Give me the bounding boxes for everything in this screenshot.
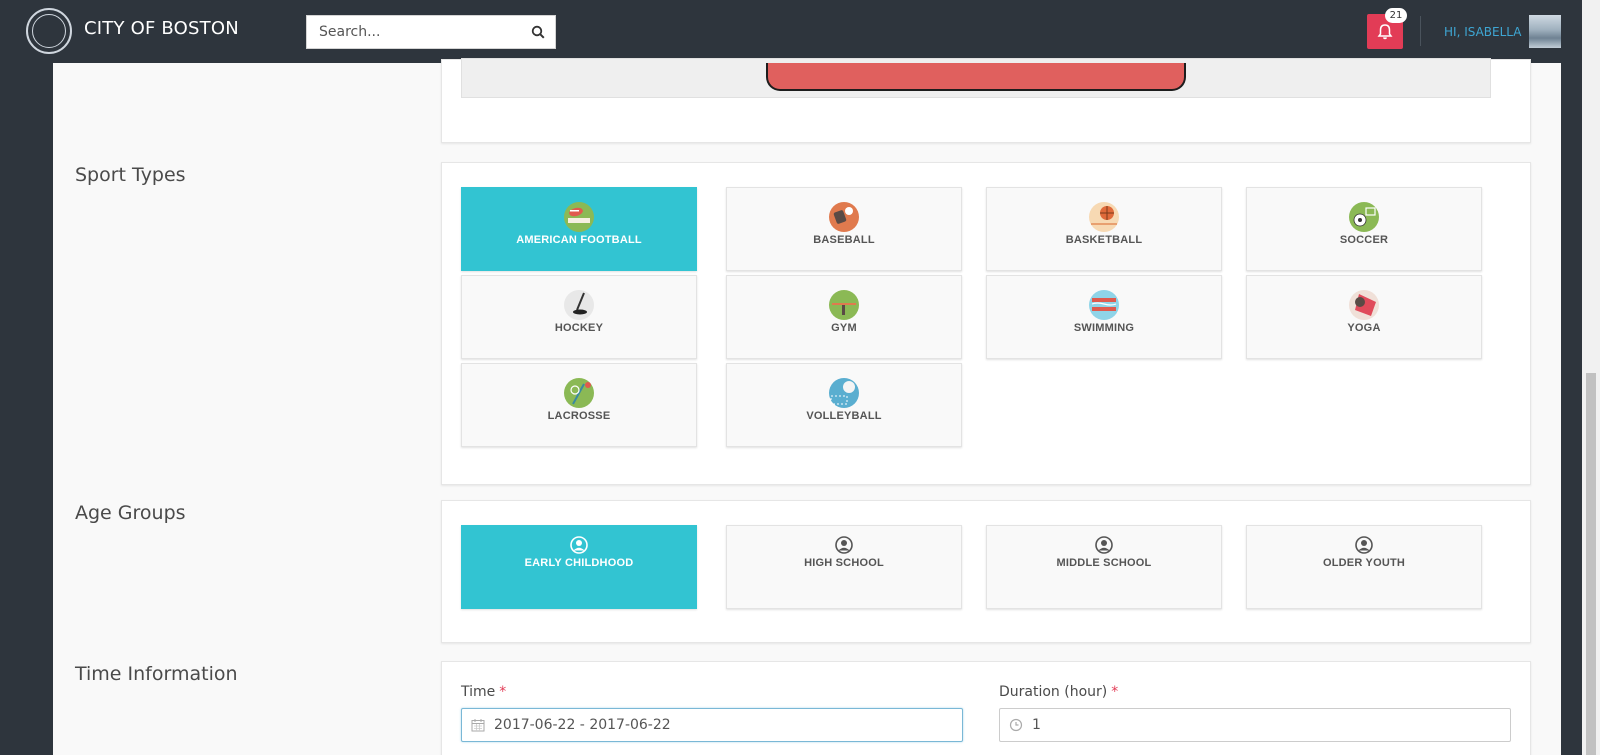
volleyball-icon: [829, 378, 859, 408]
clock-icon: [1000, 718, 1032, 732]
age-group-label: MIDDLE SCHOOL: [1056, 557, 1152, 569]
sport-label: BASEBALL: [813, 234, 875, 246]
city-logo-icon[interactable]: [26, 8, 72, 54]
duration-value: 1: [1032, 717, 1041, 733]
user-greeting[interactable]: HI, ISABELLA: [1444, 25, 1521, 39]
time-range-value: 2017-06-22 - 2017-06-22: [494, 717, 671, 733]
page-gutter: [1561, 63, 1582, 755]
age-tile-early-childhood[interactable]: EARLY CHILDHOOD: [461, 525, 697, 609]
age-tile-older-youth[interactable]: OLDER YOUTH: [1246, 525, 1482, 609]
age-tile-high-school[interactable]: HIGH SCHOOL: [726, 525, 962, 609]
basketball-icon: [1089, 202, 1119, 232]
sport-tile-yoga[interactable]: YOGA: [1246, 275, 1482, 359]
age-group-label: HIGH SCHOOL: [804, 557, 884, 569]
time-field-label: Time *: [461, 684, 506, 700]
sport-types-title: Sport Types: [75, 164, 186, 186]
hockey-icon: [564, 290, 594, 320]
age-groups-card: EARLY CHILDHOOD HIGH SCHOOL MIDDLE SCHOO…: [441, 500, 1531, 643]
sport-tile-volleyball[interactable]: VOLLEYBALL: [726, 363, 962, 447]
swimming-icon: [1089, 290, 1119, 320]
avatar[interactable]: [1529, 15, 1561, 48]
user-circle-icon: [570, 536, 588, 554]
sport-tile-swimming[interactable]: SWIMMING: [986, 275, 1222, 359]
age-groups-title: Age Groups: [75, 502, 186, 524]
time-range-input[interactable]: 2017-06-22 - 2017-06-22: [461, 708, 963, 742]
search-icon[interactable]: [521, 16, 555, 48]
sport-label: HOCKEY: [554, 322, 604, 334]
lacrosse-icon: [564, 378, 594, 408]
american-football-icon: [564, 202, 594, 232]
soccer-icon: [1349, 202, 1379, 232]
sport-label: GYM: [831, 322, 857, 334]
sport-types-card: AMERICAN FOOTBALL BASEBALL BASKETBALL SO…: [441, 162, 1531, 485]
required-mark: *: [499, 684, 507, 700]
bell-icon: [1377, 23, 1393, 39]
notification-count-badge: 21: [1385, 8, 1407, 23]
gym-icon: [829, 290, 859, 320]
sport-label: AMERICAN FOOTBALL: [516, 234, 642, 246]
sport-tile-basketball[interactable]: BASKETBALL: [986, 187, 1222, 271]
user-circle-icon: [1355, 536, 1373, 554]
time-information-card: Time * 2017-06-22 - 2017-06-22 Duration (…: [441, 661, 1531, 755]
time-label-text: Time: [461, 684, 496, 700]
age-tile-middle-school[interactable]: MIDDLE SCHOOL: [986, 525, 1222, 609]
sport-tile-lacrosse[interactable]: LACROSSE: [461, 363, 697, 447]
sport-tile-american-football[interactable]: AMERICAN FOOTBALL: [461, 187, 697, 271]
search-box: [306, 15, 556, 49]
sport-label: LACROSSE: [547, 410, 611, 422]
sport-tile-hockey[interactable]: HOCKEY: [461, 275, 697, 359]
duration-field-label: Duration (hour) *: [999, 684, 1118, 700]
calendar-icon: [462, 718, 494, 732]
age-group-label: OLDER YOUTH: [1322, 557, 1406, 569]
sport-tile-baseball[interactable]: BASEBALL: [726, 187, 962, 271]
baseball-icon: [829, 202, 859, 232]
page-content: Sport Types AMERICAN FOOTBALL BASEBALL B…: [53, 58, 1561, 755]
sport-label: YOGA: [1347, 322, 1381, 334]
submit-button[interactable]: [766, 63, 1186, 91]
user-circle-icon: [835, 536, 853, 554]
sport-label: BASKETBALL: [1065, 234, 1143, 246]
brand-title[interactable]: CITY OF BOSTON: [84, 18, 239, 39]
duration-label-text: Duration (hour): [999, 684, 1108, 700]
top-navbar: CITY OF BOSTON 21 HI, ISABELLA: [0, 0, 1561, 63]
header-divider: [1420, 16, 1421, 46]
yoga-icon: [1349, 290, 1379, 320]
time-information-title: Time Information: [75, 663, 238, 685]
sport-tile-soccer[interactable]: SOCCER: [1246, 187, 1482, 271]
age-group-label: EARLY CHILDHOOD: [524, 557, 634, 569]
sport-label: SWIMMING: [1073, 322, 1135, 334]
required-mark: *: [1111, 684, 1119, 700]
scrollbar-thumb[interactable]: [1586, 373, 1596, 755]
sport-label: VOLLEYBALL: [806, 410, 882, 422]
duration-input[interactable]: 1: [999, 708, 1511, 742]
sport-tile-gym[interactable]: GYM: [726, 275, 962, 359]
search-input[interactable]: [307, 16, 521, 48]
sport-label: SOCCER: [1339, 234, 1389, 246]
user-circle-icon: [1095, 536, 1113, 554]
